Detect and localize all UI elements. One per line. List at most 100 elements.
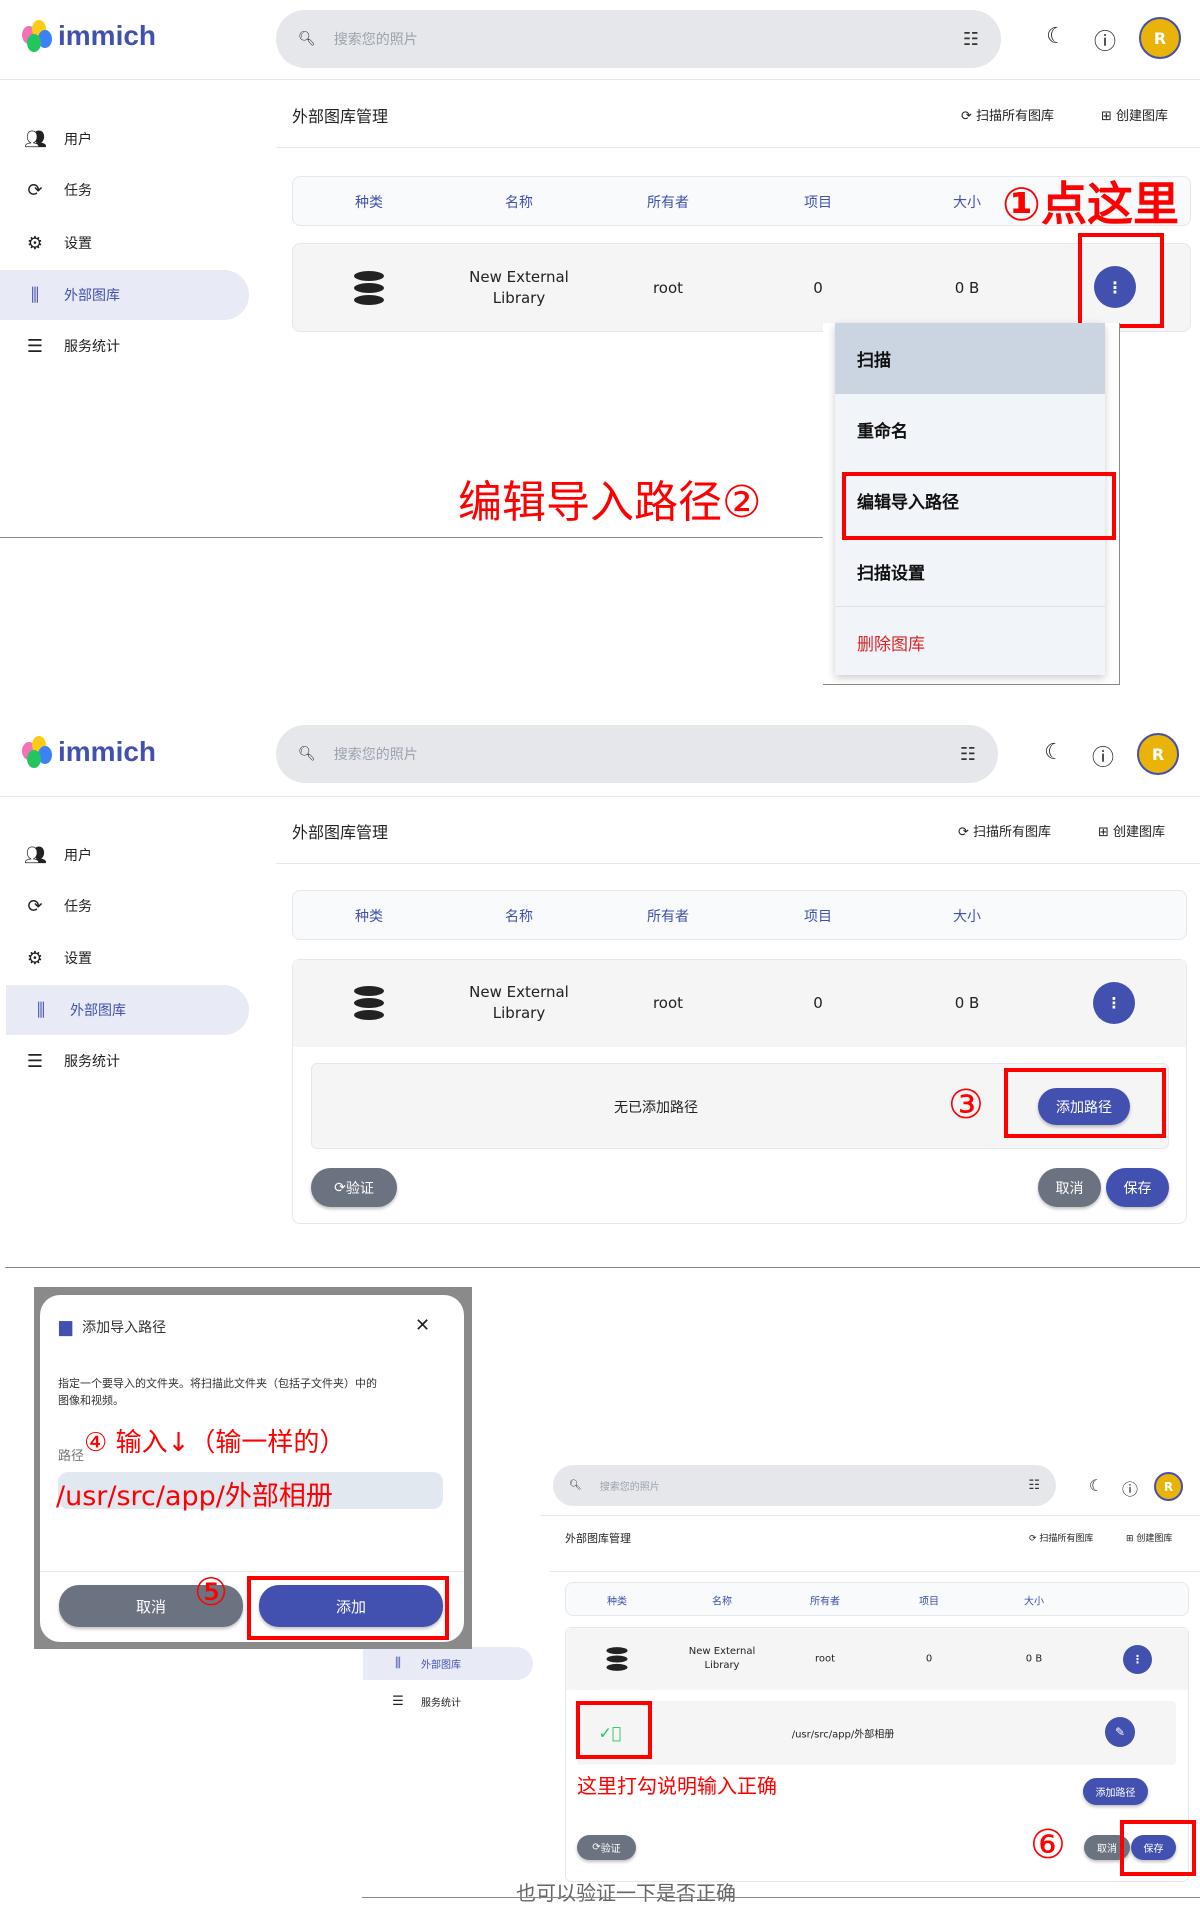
- close-icon[interactable]: ✕: [415, 1315, 430, 1336]
- library-items: 0: [925, 1653, 933, 1665]
- library-size: 0 B: [1025, 1653, 1043, 1665]
- search-bar[interactable]: 🔍︎ 搜索您的照片 ☷: [276, 725, 998, 783]
- col-name: 名称: [712, 1596, 732, 1608]
- sidebar-label: 外部图库: [64, 288, 120, 304]
- sidebar-item-external-libraries[interactable]: ⫼ 外部图库: [363, 1647, 533, 1680]
- col-size: 大小: [1024, 1596, 1044, 1608]
- filter-icon[interactable]: ☷: [963, 29, 979, 50]
- create-library-button[interactable]: ⊞ 创建图库: [1098, 821, 1165, 840]
- menu-item-scan[interactable]: 扫描: [835, 323, 1105, 394]
- caption-text: 也可以验证一下是否正确: [516, 1881, 736, 1905]
- immich-logo[interactable]: immich: [22, 736, 156, 768]
- library-name: New External Library: [469, 268, 569, 307]
- page-title: 外部图库管理: [292, 107, 389, 126]
- avatar[interactable]: R: [1137, 733, 1179, 775]
- menu-item-rename[interactable]: 重命名: [835, 394, 1105, 465]
- path-label: 路径: [58, 1449, 85, 1464]
- validate-label: 验证: [345, 1180, 374, 1197]
- sidebar-item-settings[interactable]: ⚙ 设置: [0, 228, 249, 258]
- sidebar-item-users[interactable]: 👥︎ 用户: [0, 124, 249, 154]
- server-icon: ☰: [26, 335, 44, 357]
- annotation-box: [576, 1701, 652, 1759]
- dialog-header: ▆ 添加导入路径: [59, 1317, 166, 1337]
- save-button[interactable]: 保存: [1106, 1168, 1169, 1207]
- gear-icon: ⚙: [26, 947, 44, 969]
- validate-label: 验证: [600, 1844, 621, 1855]
- dialog-title: 添加导入路径: [82, 1320, 167, 1336]
- logo-text: immich: [58, 20, 157, 51]
- sidebar-label: 用户: [64, 848, 92, 864]
- scan-all-button[interactable]: ⟳ 扫描所有图库: [1029, 1531, 1093, 1544]
- add-path-button[interactable]: 添加路径: [1083, 1778, 1148, 1805]
- menu-item-delete[interactable]: 删除图库: [835, 607, 1105, 678]
- sidebar-item-external-libraries[interactable]: ⫼ 外部图库: [0, 270, 249, 320]
- menu-item-scan-settings[interactable]: 扫描设置: [835, 536, 1105, 607]
- path-input[interactable]: /usr/src/app/外部相册: [56, 1472, 443, 1512]
- sidebar-label: 服务统计: [64, 1054, 120, 1070]
- more-options-button[interactable]: ⋮: [1123, 1645, 1152, 1674]
- bottom-divider: [362, 1897, 1200, 1898]
- header-divider: [540, 1515, 1200, 1516]
- cancel-button[interactable]: 取消: [1038, 1168, 1101, 1207]
- dark-mode-icon[interactable]: ☾: [1086, 1476, 1106, 1495]
- search-bar[interactable]: 🔍︎ 搜索您的照片 ☷: [276, 10, 1001, 68]
- scan-all-label: 扫描所有图库: [973, 825, 1052, 840]
- annotation-box: [247, 1576, 449, 1640]
- library-name: New External Library: [688, 1646, 756, 1671]
- create-label: 创建图库: [1113, 825, 1166, 840]
- folder-sync-icon: ▆: [59, 1317, 73, 1337]
- col-owner: 所有者: [647, 909, 689, 925]
- more-options-button[interactable]: ⋮: [1093, 982, 1135, 1024]
- help-icon[interactable]: ⓘ: [1091, 24, 1119, 56]
- sidebar-item-server-stats[interactable]: ☰ 服务统计: [0, 331, 249, 361]
- sidebar-item-server-stats[interactable]: ☰ 服务统计: [0, 1046, 249, 1076]
- sidebar-item-jobs[interactable]: ⟳ 任务: [0, 891, 249, 921]
- col-type: 种类: [355, 195, 383, 211]
- search-icon: 🔍︎: [569, 1480, 582, 1491]
- col-size: 大小: [953, 195, 981, 211]
- import-path-text: /usr/src/app/外部相册: [791, 1729, 895, 1741]
- title-divider: [550, 1571, 1200, 1572]
- logo-flower-icon: [22, 20, 54, 52]
- sidebar-label: 用户: [64, 132, 92, 148]
- database-icon: [606, 1647, 628, 1671]
- scan-all-button[interactable]: ⟳ 扫描所有图库: [961, 105, 1054, 124]
- sidebar-item-external-libraries[interactable]: ⫼ 外部图库: [6, 985, 249, 1035]
- table-header: 种类 名称 所有者 项目 大小: [565, 1582, 1189, 1616]
- create-library-button[interactable]: ⊞ 创建图库: [1101, 105, 1168, 124]
- annotation-box: [1078, 233, 1164, 328]
- col-name: 名称: [505, 195, 533, 211]
- filter-icon[interactable]: ☷: [960, 744, 976, 765]
- immich-logo[interactable]: immich: [22, 20, 156, 52]
- avatar[interactable]: R: [1154, 1472, 1183, 1501]
- create-library-button[interactable]: ⊞ 创建图库: [1126, 1531, 1172, 1544]
- validate-button[interactable]: ⟳ 验证: [577, 1835, 636, 1860]
- dark-mode-icon[interactable]: ☾: [1040, 740, 1068, 765]
- gear-icon: ⚙: [26, 232, 44, 254]
- scan-all-button[interactable]: ⟳ 扫描所有图库: [958, 821, 1051, 840]
- edit-path-button[interactable]: ✎: [1105, 1717, 1135, 1747]
- sidebar-item-users[interactable]: 👥︎ 用户: [0, 840, 249, 870]
- table-row[interactable]: New External Library root 0 0 B ⋮: [566, 1628, 1188, 1690]
- sidebar-item-settings[interactable]: ⚙ 设置: [0, 943, 249, 973]
- library-size: 0 B: [954, 994, 980, 1012]
- library-icon: ⫼: [30, 284, 40, 306]
- col-owner: 所有者: [810, 1596, 840, 1608]
- search-bar[interactable]: 🔍︎ 搜索您的照片 ☷: [553, 1465, 1056, 1506]
- help-icon[interactable]: ⓘ: [1089, 740, 1117, 772]
- avatar[interactable]: R: [1139, 17, 1181, 59]
- filter-icon[interactable]: ☷: [1028, 1478, 1040, 1493]
- title-divider: [276, 147, 1200, 148]
- sidebar-item-jobs[interactable]: ⟳ 任务: [0, 175, 249, 205]
- sync-icon: ⟳: [27, 179, 43, 201]
- sidebar-item-server-stats[interactable]: ☰ 服务统计: [363, 1691, 533, 1711]
- library-icon: ⫼: [36, 999, 46, 1021]
- dark-mode-icon[interactable]: ☾: [1042, 24, 1070, 49]
- table-row[interactable]: New External Library root 0 0 B: [292, 243, 1191, 332]
- help-icon[interactable]: ⓘ: [1120, 1476, 1140, 1500]
- pencil-icon: ✎: [1114, 1725, 1126, 1739]
- scan-all-label: 扫描所有图库: [976, 109, 1055, 124]
- validate-button[interactable]: ⟳ 验证: [311, 1168, 397, 1207]
- path-input-value: /usr/src/app/外部相册: [56, 1481, 333, 1512]
- table-row[interactable]: New External Library root 0 0 B ⋮: [293, 960, 1186, 1047]
